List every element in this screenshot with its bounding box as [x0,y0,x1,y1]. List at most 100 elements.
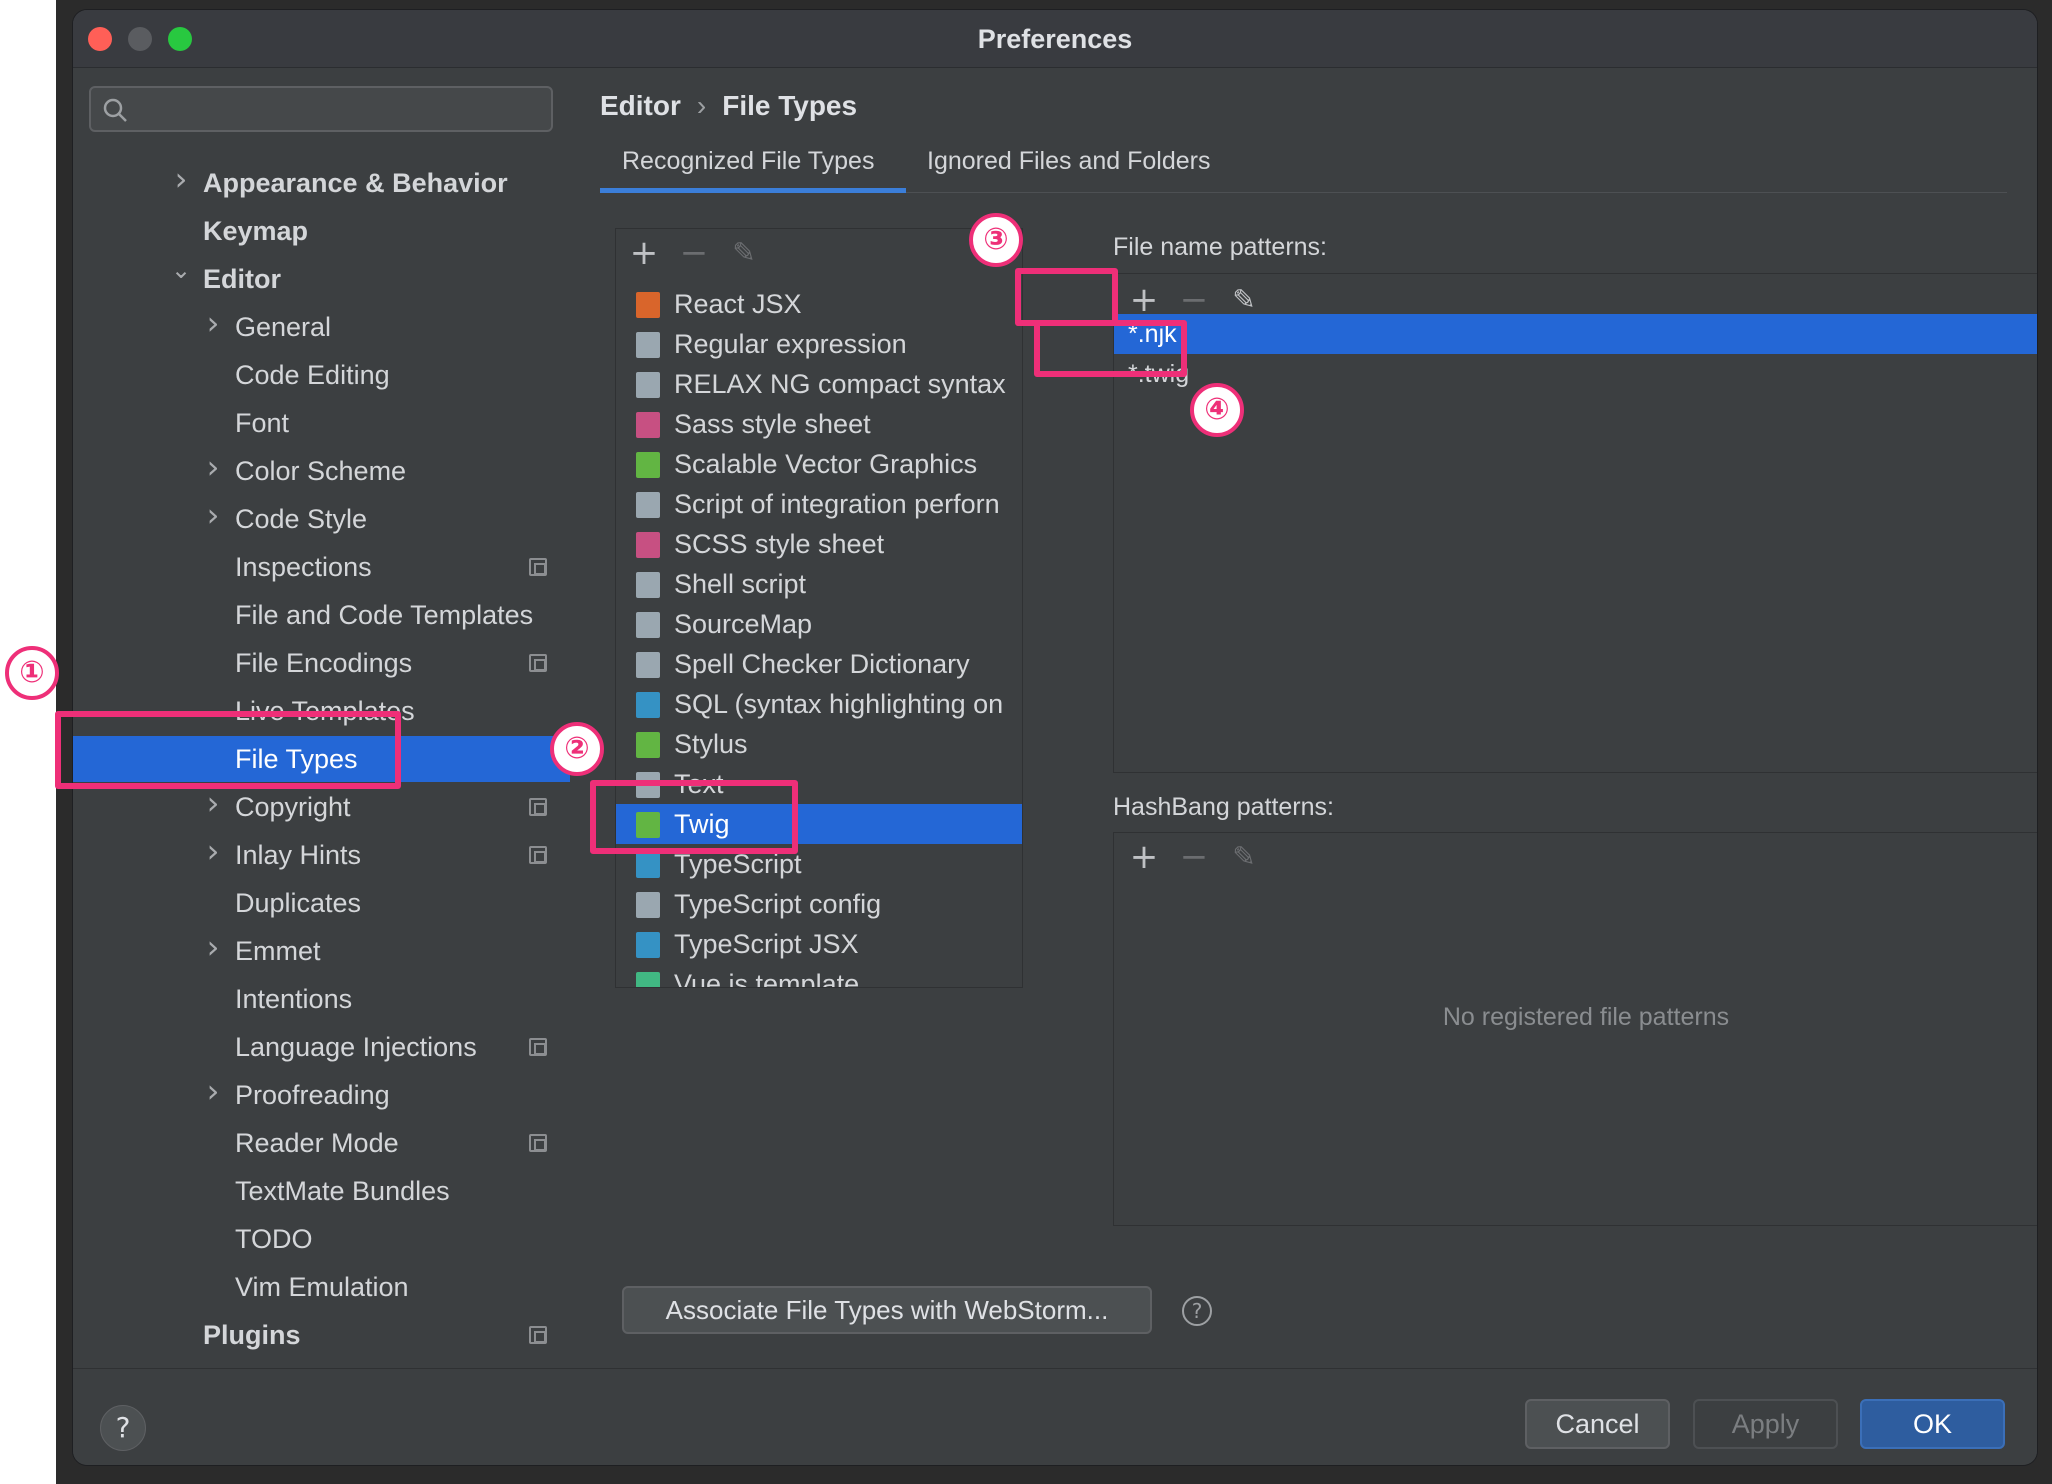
chevron-right-icon[interactable]: › [203,304,223,350]
sidebar-item[interactable]: Inspections [235,544,372,590]
sidebar-item[interactable]: Duplicates [235,880,361,926]
tab-ignored-files[interactable]: Ignored Files and Folders [927,136,1210,186]
file-type-row[interactable]: TypeScript JSX [616,924,1022,964]
file-type-row[interactable]: SQL (syntax highlighting on [616,684,1022,724]
file-type-row[interactable]: Vue.js template [616,964,1022,987]
help-button[interactable]: ? [100,1405,146,1451]
chevron-right-icon[interactable]: › [203,784,223,830]
file-type-name: TypeScript JSX [674,929,859,959]
tab-recognized-file-types[interactable]: Recognized File Types [622,136,874,186]
remove-hashbang-button[interactable]: − [1174,833,1214,881]
sidebar-item[interactable]: Live Templates [235,688,415,734]
pattern-row[interactable]: *.njk [1114,314,2037,354]
associate-file-types-button[interactable]: Associate File Types with WebStorm... [622,1286,1152,1334]
dialog-footer: ? Cancel Apply OK [73,1368,2037,1465]
shell-file-icon [636,572,660,598]
project-settings-icon [529,1134,547,1152]
sidebar-item[interactable]: Emmet [235,928,321,974]
dictionary-file-icon [636,652,660,678]
sidebar-item[interactable]: Appearance & Behavior [203,160,508,206]
file-type-row[interactable]: TypeScript config [616,884,1022,924]
file-type-row[interactable]: Sass style sheet [616,404,1022,444]
jsx-file-icon [636,292,660,318]
preferences-dialog: Preferences › Appearance & Behavior Keymap… [73,10,2037,1465]
sidebar-item[interactable]: Inlay Hints [235,832,361,878]
file-type-row[interactable]: SourceMap [616,604,1022,644]
sidebar-item[interactable]: Font [235,400,289,446]
sidebar-item[interactable]: TextMate Bundles [235,1168,450,1214]
chevron-right-icon[interactable]: › [171,160,191,206]
file-type-row[interactable]: Twig [616,804,1022,844]
svg-file-icon [636,452,660,478]
file-type-name: React JSX [674,289,802,319]
add-file-type-button[interactable]: + [624,229,664,277]
breadcrumb: Editor › File Types [600,90,857,122]
ts-file-icon [636,852,660,878]
file-type-name: Text [674,769,724,799]
chevron-right-icon[interactable]: › [203,832,223,878]
apply-button[interactable]: Apply [1693,1399,1838,1449]
file-type-row[interactable]: Text [616,764,1022,804]
chevron-right-icon[interactable]: › [203,928,223,974]
sidebar-item[interactable]: File Types [235,736,358,782]
file-type-row[interactable]: RELAX NG compact syntax [616,364,1022,404]
sidebar-item[interactable]: File and Code Templates [235,592,533,638]
http-file-icon [636,492,660,518]
file-type-row[interactable]: Spell Checker Dictionary [616,644,1022,684]
file-type-name: SQL (syntax highlighting on [674,689,1004,719]
project-settings-icon [529,654,547,672]
edit-hashbang-button[interactable]: ✎ [1224,833,1264,881]
scss-file-icon [636,532,660,558]
chevron-right-icon[interactable]: › [203,1072,223,1118]
sidebar-item[interactable]: Copyright [235,784,351,830]
sidebar-item[interactable]: Language Injections [235,1024,477,1070]
sidebar-item[interactable]: Code Style [235,496,367,542]
help-icon[interactable]: ? [1182,1296,1212,1326]
file-type-row[interactable]: Script of integration perforn [616,484,1022,524]
file-type-name: Sass style sheet [674,409,871,439]
sidebar-item[interactable]: File Encodings [235,640,412,686]
chevron-down-icon[interactable]: ⌄ [171,256,191,302]
breadcrumb-editor[interactable]: Editor [600,90,681,121]
file-type-row[interactable]: Stylus [616,724,1022,764]
chevron-right-icon[interactable]: › [203,496,223,542]
file-type-row[interactable]: React JSX [616,284,1022,324]
file-type-row[interactable]: Scalable Vector Graphics [616,444,1022,484]
sidebar-item[interactable]: Vim Emulation [235,1264,409,1310]
file-type-row[interactable]: SCSS style sheet [616,524,1022,564]
sidebar-item[interactable]: Editor [203,256,281,302]
breadcrumb-file-types: File Types [722,90,858,121]
sidebar-item[interactable]: TODO [235,1216,313,1262]
sidebar-item[interactable]: Proofreading [235,1072,390,1118]
annotation-badge-4: ④ [1190,383,1244,437]
edit-file-type-button[interactable]: ✎ [724,229,764,277]
annotation-badge-2: ② [550,722,604,776]
file-type-name: Spell Checker Dictionary [674,649,970,679]
sidebar-item[interactable]: Keymap [203,208,308,254]
sidebar-item[interactable]: Plugins [203,1312,301,1358]
sidebar-item[interactable]: Code Editing [235,352,390,398]
file-type-row[interactable]: TypeScript [616,844,1022,884]
sourcemap-file-icon [636,612,660,638]
twig-file-icon [636,812,660,838]
add-hashbang-button[interactable]: + [1124,833,1164,881]
titlebar: Preferences [73,10,2037,68]
empty-patterns-message: No registered file patterns [1442,1003,1730,1031]
remove-file-type-button[interactable]: − [674,229,714,277]
pattern-row[interactable]: *.twig [1114,354,2037,394]
breadcrumb-separator: › [696,90,707,121]
cancel-button[interactable]: Cancel [1525,1399,1670,1449]
sidebar-item[interactable]: Intentions [235,976,352,1022]
file-type-row[interactable]: Regular expression [616,324,1022,364]
file-type-name: Shell script [674,569,807,599]
ok-button[interactable]: OK [1860,1399,2005,1449]
file-type-name: Script of integration perforn [674,489,1000,519]
settings-sidebar: › Appearance & Behavior Keymap ⌄ Editor › Gene… [73,68,570,1398]
sidebar-item[interactable]: General [235,304,331,350]
sidebar-item[interactable]: Color Scheme [235,448,406,494]
sidebar-item[interactable]: Reader Mode [235,1120,399,1166]
project-settings-icon [529,558,547,576]
settings-search-input[interactable] [89,86,553,132]
chevron-right-icon[interactable]: › [203,448,223,494]
file-type-row[interactable]: Shell script [616,564,1022,604]
